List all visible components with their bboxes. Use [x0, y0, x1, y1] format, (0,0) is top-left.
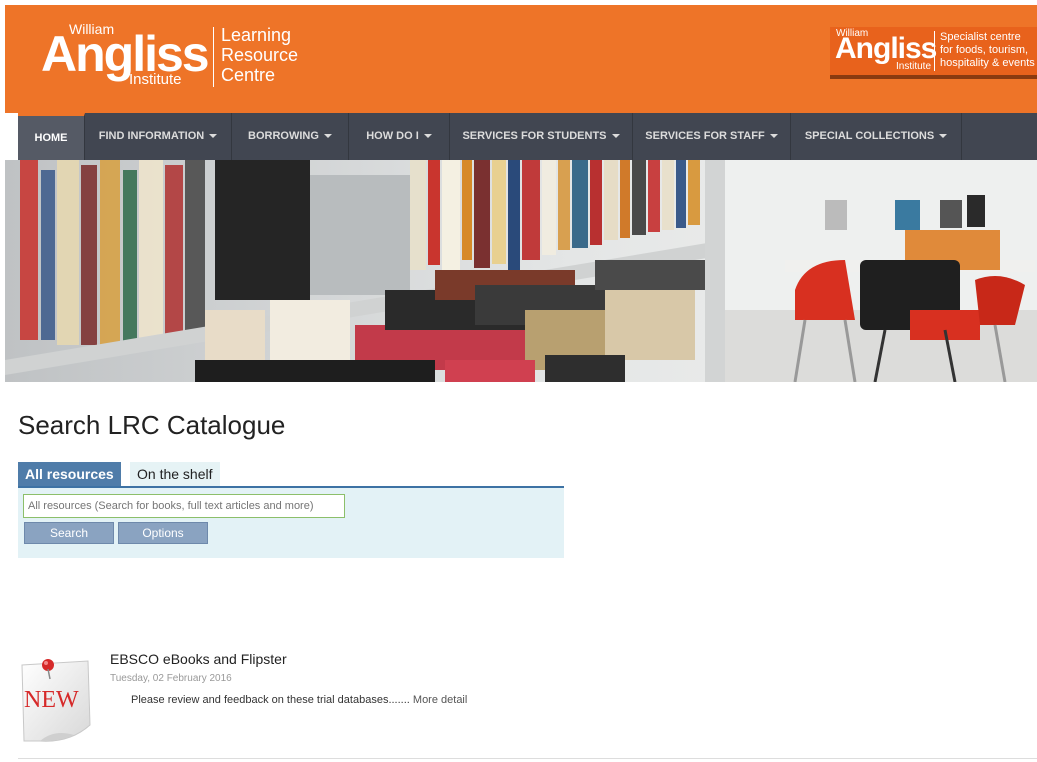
chevron-down-icon	[323, 134, 332, 139]
main-nav: HOME FIND INFORMATION BORROWING HOW DO I…	[18, 113, 1037, 160]
news-title[interactable]: EBSCO eBooks and Flipster	[110, 651, 287, 667]
nav-services-for-students[interactable]: SERVICES FOR STUDENTS	[450, 113, 633, 160]
nav-how-do-i[interactable]: HOW DO I	[349, 113, 450, 160]
tagline-line-1: Specialist centre	[940, 31, 1021, 43]
new-label: NEW	[24, 687, 79, 713]
nav-borrowing[interactable]: BORROWING	[232, 113, 349, 160]
nav-find-information-label: FIND INFORMATION	[98, 130, 205, 142]
tagline-line-2: for foods, tourism,	[940, 44, 1029, 56]
chevron-down-icon	[423, 134, 432, 139]
options-button[interactable]: Options	[118, 522, 208, 544]
lrc-line-2: Resource	[221, 45, 299, 65]
banner-illustration	[5, 160, 1037, 382]
new-note-graphic: NEW	[21, 659, 91, 742]
search-tabs: All resources On the shelf	[18, 462, 564, 488]
divider	[18, 758, 1037, 759]
nav-services-for-staff[interactable]: SERVICES FOR STAFF	[633, 113, 791, 160]
nav-find-information[interactable]: FIND INFORMATION	[85, 113, 232, 160]
chevron-down-icon	[611, 134, 620, 139]
more-detail-link[interactable]: More detail	[413, 694, 467, 706]
tagline-line-3: hospitality & events	[940, 57, 1035, 69]
badge-divider	[934, 31, 935, 71]
news-date: Tuesday, 02 February 2016	[110, 673, 232, 684]
chevron-down-icon	[939, 134, 948, 139]
angliss-badge-logo[interactable]: William Angliss Institute Specialist cen…	[830, 27, 1037, 75]
logo-institute: Institute	[129, 71, 182, 88]
nav-special-collections-label: SPECIAL COLLECTIONS	[804, 130, 935, 142]
lrc-line-3: Centre	[221, 65, 276, 85]
site-header: William Angliss Institute Learning Resou…	[5, 5, 1037, 113]
chevron-down-icon	[209, 134, 218, 139]
catalogue-search-input[interactable]	[23, 494, 345, 518]
nav-how-do-i-label: HOW DO I	[366, 130, 419, 142]
new-note-icon: NEW	[20, 655, 92, 743]
news-desc-text: Please review and feedback on these tria…	[131, 694, 410, 706]
page-title: Search LRC Catalogue	[18, 410, 286, 440]
lrc-line-1: Learning	[221, 25, 292, 45]
nav-home[interactable]: HOME	[18, 113, 85, 160]
logo-divider	[213, 27, 214, 87]
nav-services-for-students-label: SERVICES FOR STUDENTS	[462, 130, 607, 142]
search-panel: Search Options	[18, 488, 564, 558]
tab-on-the-shelf[interactable]: On the shelf	[130, 462, 220, 486]
logo-angliss: Angliss	[41, 26, 210, 82]
nav-services-for-staff-label: SERVICES FOR STAFF	[645, 130, 765, 142]
search-button[interactable]: Search	[24, 522, 114, 544]
badge-institute: Institute	[896, 61, 932, 72]
lrc-title: Learning Resource Centre	[221, 25, 298, 85]
news-description: Please review and feedback on these tria…	[131, 694, 467, 706]
tab-all-resources[interactable]: All resources	[18, 462, 121, 486]
chevron-down-icon	[769, 134, 778, 139]
nav-special-collections[interactable]: SPECIAL COLLECTIONS	[791, 113, 962, 160]
badge-tagline: Specialist centre for foods, tourism, ho…	[940, 31, 1035, 70]
library-banner-image	[5, 160, 1037, 382]
nav-borrowing-label: BORROWING	[248, 130, 319, 142]
nav-home-label: HOME	[34, 132, 68, 144]
